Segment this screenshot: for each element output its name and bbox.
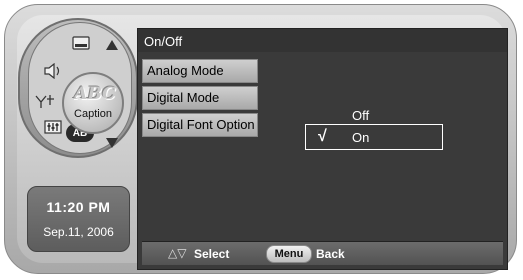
menu-button[interactable]: Menu <box>266 245 312 263</box>
caption-label: Caption <box>74 108 112 120</box>
screen-footer: △▽ Select Menu Back <box>142 241 503 265</box>
checkmark-icon: √ <box>318 128 327 145</box>
up-arrow-icon[interactable] <box>106 40 118 50</box>
down-arrow-icon[interactable] <box>106 138 118 148</box>
option-on[interactable]: √ On <box>305 124 443 150</box>
up-down-arrows-icon: △▽ <box>168 246 187 260</box>
speaker-icon[interactable] <box>38 58 68 84</box>
select-hint: Select <box>194 247 230 261</box>
clock-time: 11:20 PM <box>46 199 111 215</box>
option-on-label: On <box>352 130 370 145</box>
antenna-icon[interactable] <box>30 88 60 114</box>
caption-window-icon[interactable] <box>66 30 96 56</box>
screen-title-bar: On/Off <box>138 29 507 52</box>
clock-date: Sep.11, 2006 <box>43 225 114 239</box>
caption-abc-art: ABC <box>74 84 116 104</box>
option-off[interactable]: Off <box>352 108 369 123</box>
menu-screen: On/Off Analog Mode Digital Mode Digital … <box>137 28 508 270</box>
caption-button[interactable]: ABC Caption <box>62 72 124 134</box>
back-hint: Back <box>316 247 345 261</box>
menu-item-digital-font-option[interactable]: Digital Font Option <box>142 113 258 137</box>
menu-item-digital-mode[interactable]: Digital Mode <box>142 86 258 110</box>
clock-panel: 11:20 PM Sep.11, 2006 <box>27 186 130 252</box>
page-title: On/Off <box>144 34 183 49</box>
menu-item-analog-mode[interactable]: Analog Mode <box>142 59 258 83</box>
